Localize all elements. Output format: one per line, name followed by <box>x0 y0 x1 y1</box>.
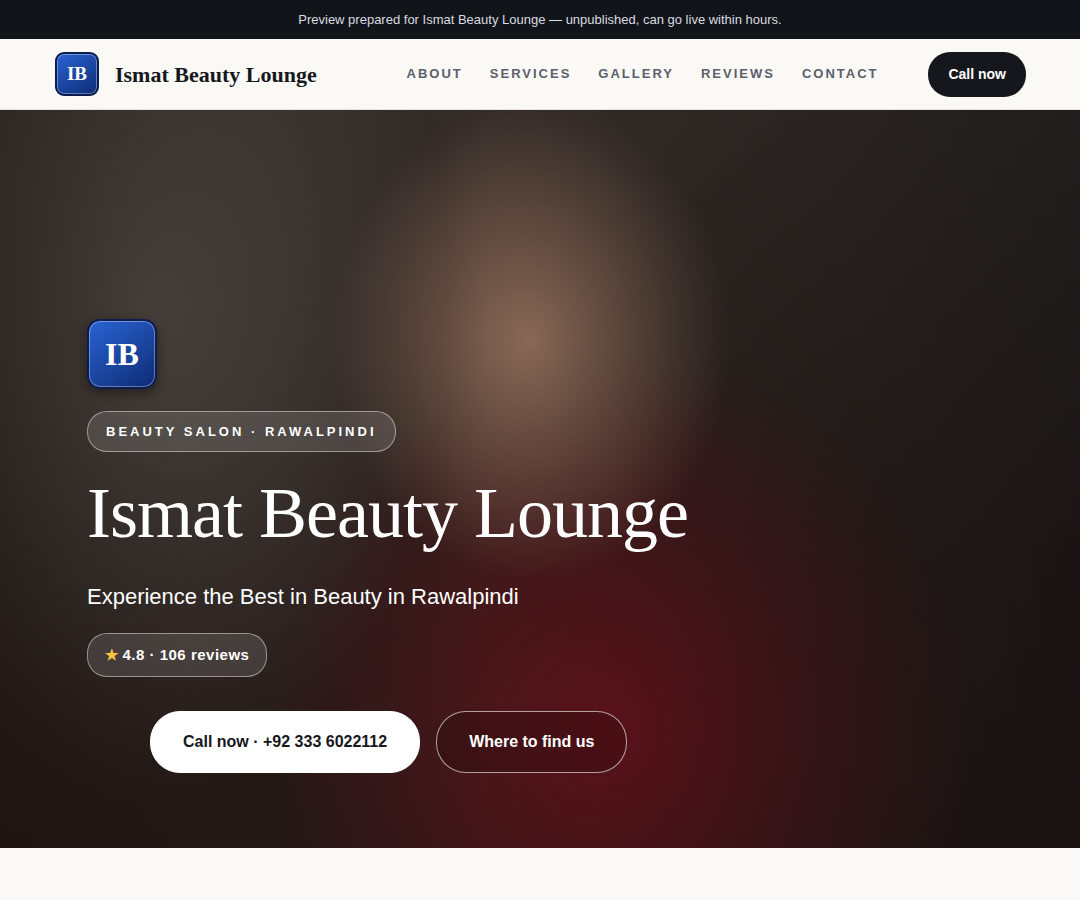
rating-text: 4.8 · 106 reviews <box>123 644 250 667</box>
directions-button[interactable]: Where to find us <box>436 711 627 773</box>
next-section <box>0 848 1080 900</box>
call-button[interactable]: Call now · +92 333 6022112 <box>150 711 420 773</box>
nav-links: ABOUT SERVICES GALLERY REVIEWS CONTACT <box>407 64 879 84</box>
logo-icon: IB <box>87 319 157 389</box>
preview-banner: Preview prepared for Ismat Beauty Lounge… <box>0 0 1080 39</box>
hero: IB BEAUTY SALON · RAWALPINDI Ismat Beauty … <box>0 110 1080 848</box>
banner-text: Preview prepared for Ismat Beauty Lounge… <box>298 10 781 30</box>
logo-icon: IB <box>55 52 99 96</box>
hero-buttons: Call now · +92 333 6022112 Where to find … <box>87 711 627 773</box>
category-tag: BEAUTY SALON · RAWALPINDI <box>87 411 396 453</box>
hero-title: Ismat Beauty Lounge <box>87 474 688 553</box>
hero-subtitle: Experience the Best in Beauty in Rawalpi… <box>87 580 519 613</box>
rating-badge: ★4.8 · 106 reviews <box>87 633 267 678</box>
nav-link[interactable]: CONTACT <box>802 64 879 84</box>
brand-name: Ismat Beauty Lounge <box>115 58 317 91</box>
brand[interactable]: IB Ismat Beauty Lounge <box>55 52 317 96</box>
navbar: IB Ismat Beauty Lounge ABOUT SERVICES GALLER… <box>0 39 1080 110</box>
nav-link[interactable]: ABOUT <box>407 64 463 84</box>
nav-link[interactable]: REVIEWS <box>701 64 775 84</box>
nav-link[interactable]: SERVICES <box>490 64 572 84</box>
hero-content: IB BEAUTY SALON · RAWALPINDI Ismat Beauty … <box>87 319 1040 773</box>
call-button[interactable]: Call now <box>928 52 1026 97</box>
star-icon: ★ <box>105 644 119 667</box>
nav-link[interactable]: GALLERY <box>598 64 674 84</box>
